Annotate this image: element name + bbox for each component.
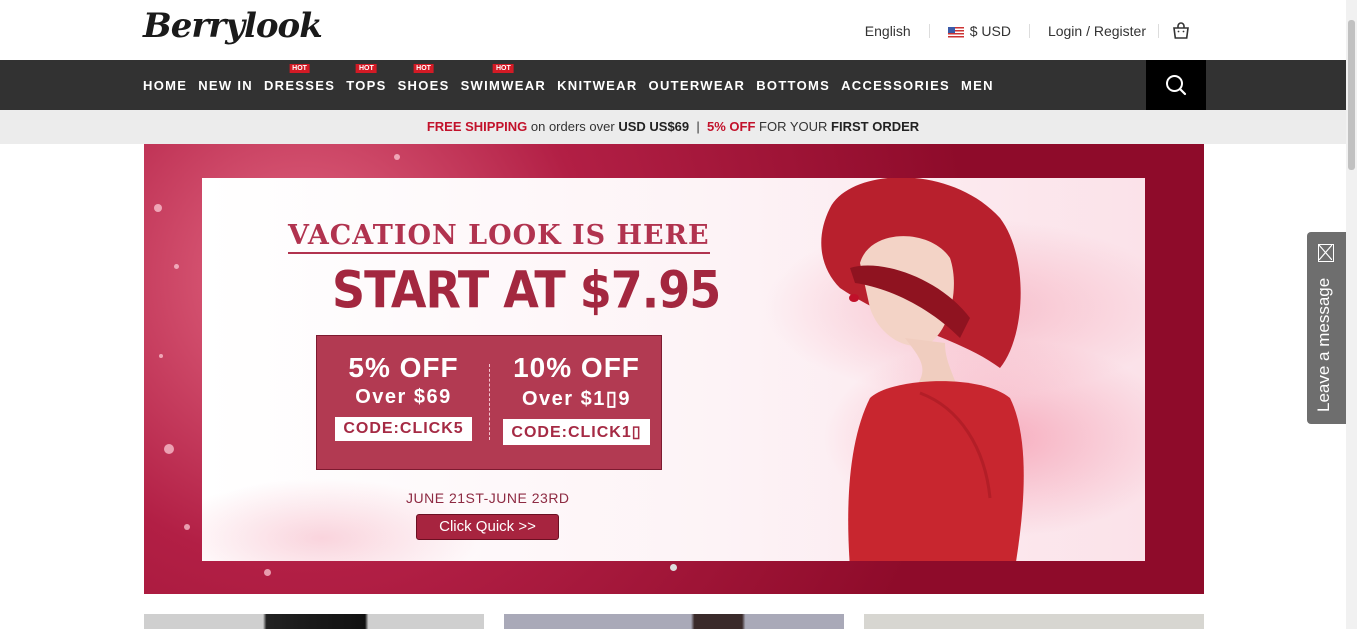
- product-tile[interactable]: [864, 614, 1204, 629]
- hot-badge: HOT: [413, 63, 434, 73]
- free-shipping-text: FREE SHIPPING: [426, 119, 528, 134]
- banner-price-headline: START AT $7.95: [332, 260, 721, 320]
- search-icon: [1166, 75, 1187, 96]
- promo-text: on orders over: [530, 119, 615, 134]
- currency-label: $ USD: [969, 23, 1011, 39]
- nav-label: HOME: [143, 77, 188, 93]
- divider: [1158, 24, 1159, 38]
- coupon-2: 10% OFF Over $1▯9 CODE:CLICK1▯: [490, 352, 663, 445]
- coupon-box: 5% OFF Over $69 CODE:CLICK5 10% OFF Over…: [316, 335, 662, 470]
- nav-label: SHOES: [397, 77, 450, 93]
- top-header: Berrylook English $ USD Login / Register: [0, 0, 1346, 60]
- leave-message-tab[interactable]: Leave a message: [1307, 232, 1347, 424]
- promo-sep: |: [696, 119, 700, 134]
- hero-banner[interactable]: VACATION LOOK IS HERE START AT $7.95 5% …: [144, 144, 1204, 594]
- coupon-code: CODE:CLICK1▯: [503, 419, 650, 445]
- nav-item-bottoms[interactable]: BOTTOMS: [756, 78, 830, 93]
- nav-label: OUTERWEAR: [648, 77, 746, 93]
- nav-list: HOME NEW IN HOT DRESSES HOT TOPS HOT SHOES …: [143, 60, 1005, 110]
- nav-label: TOPS: [346, 77, 387, 93]
- nav-item-home[interactable]: HOME: [143, 78, 187, 93]
- promo-first-order: FIRST ORDER: [831, 119, 920, 134]
- nav-item-dresses[interactable]: HOT DRESSES: [263, 63, 336, 93]
- language-selector[interactable]: English: [865, 23, 911, 39]
- banner-headline: VACATION LOOK IS HERE: [288, 220, 710, 254]
- nav-item-knitwear[interactable]: KNITWEAR: [557, 78, 637, 93]
- us-flag-icon: [947, 26, 964, 38]
- coupon-discount: 5% OFF: [348, 352, 459, 383]
- product-tile[interactable]: [504, 614, 844, 629]
- promo-dates: JUNE 21ST-JUNE 23RD: [406, 490, 570, 506]
- carousel-dot[interactable]: [670, 564, 677, 571]
- hot-badge: HOT: [492, 63, 514, 73]
- coupon-code: CODE:CLICK5: [335, 417, 472, 441]
- nav-label: DRESSES: [263, 77, 336, 93]
- mail-icon: [1318, 244, 1334, 262]
- header-utilities: English $ USD Login / Register: [865, 21, 1191, 41]
- hot-badge: HOT: [355, 63, 377, 73]
- nav-label: KNITWEAR: [557, 77, 638, 93]
- currency-selector[interactable]: $ USD: [947, 23, 1011, 39]
- nav-item-outerwear[interactable]: OUTERWEAR: [649, 78, 746, 93]
- click-quick-button[interactable]: Click Quick >>: [416, 514, 559, 540]
- nav-item-swimwear[interactable]: HOT SWIMWEAR: [460, 63, 547, 93]
- divider: [928, 24, 930, 38]
- nav-item-tops[interactable]: HOT TOPS: [346, 63, 387, 93]
- nav-item-men[interactable]: MEN: [961, 78, 994, 93]
- coupon-discount: 10% OFF: [513, 352, 640, 383]
- nav-item-accessories[interactable]: ACCESSORIES: [841, 78, 950, 93]
- coupon-1: 5% OFF Over $69 CODE:CLICK5: [317, 352, 490, 441]
- coupon-threshold: Over $1▯9: [521, 388, 632, 410]
- product-tile[interactable]: [144, 614, 484, 629]
- nav-label: NEW IN: [198, 77, 253, 93]
- shopping-bag-icon[interactable]: [1171, 21, 1191, 41]
- nav-label: BOTTOMS: [756, 77, 831, 93]
- nav-label: ACCESSORIES: [841, 77, 951, 93]
- scrollbar-thumb[interactable]: [1348, 20, 1355, 170]
- first-order-discount: 5% OFF: [707, 119, 756, 134]
- promo-text: FOR YOUR: [759, 119, 828, 134]
- divider: [1028, 24, 1030, 38]
- nav-label: MEN: [961, 77, 994, 93]
- shipping-promo-bar: FREE SHIPPING on orders over USD US$69 |…: [0, 110, 1346, 144]
- nav-item-shoes[interactable]: HOT SHOES: [397, 63, 450, 93]
- page: Berrylook English $ USD Login / Register…: [0, 0, 1357, 629]
- brand-logo[interactable]: Berrylook: [143, 6, 323, 46]
- model-image: [821, 178, 1024, 561]
- main-nav: HOME NEW IN HOT DRESSES HOT TOPS HOT SHOES …: [0, 60, 1346, 110]
- search-button[interactable]: [1146, 60, 1206, 110]
- banner-panel: VACATION LOOK IS HERE START AT $7.95 5% …: [202, 178, 1145, 561]
- login-register-link[interactable]: Login / Register: [1048, 23, 1146, 39]
- hot-badge: HOT: [289, 63, 310, 73]
- nav-label: SWIMWEAR: [460, 77, 547, 93]
- promo-amount: USD US$69: [618, 119, 690, 134]
- page-scrollbar[interactable]: [1346, 0, 1357, 629]
- coupon-threshold: Over $69: [355, 386, 452, 408]
- nav-item-new-in[interactable]: NEW IN: [198, 78, 253, 93]
- leave-message-label: Leave a message: [1314, 277, 1333, 412]
